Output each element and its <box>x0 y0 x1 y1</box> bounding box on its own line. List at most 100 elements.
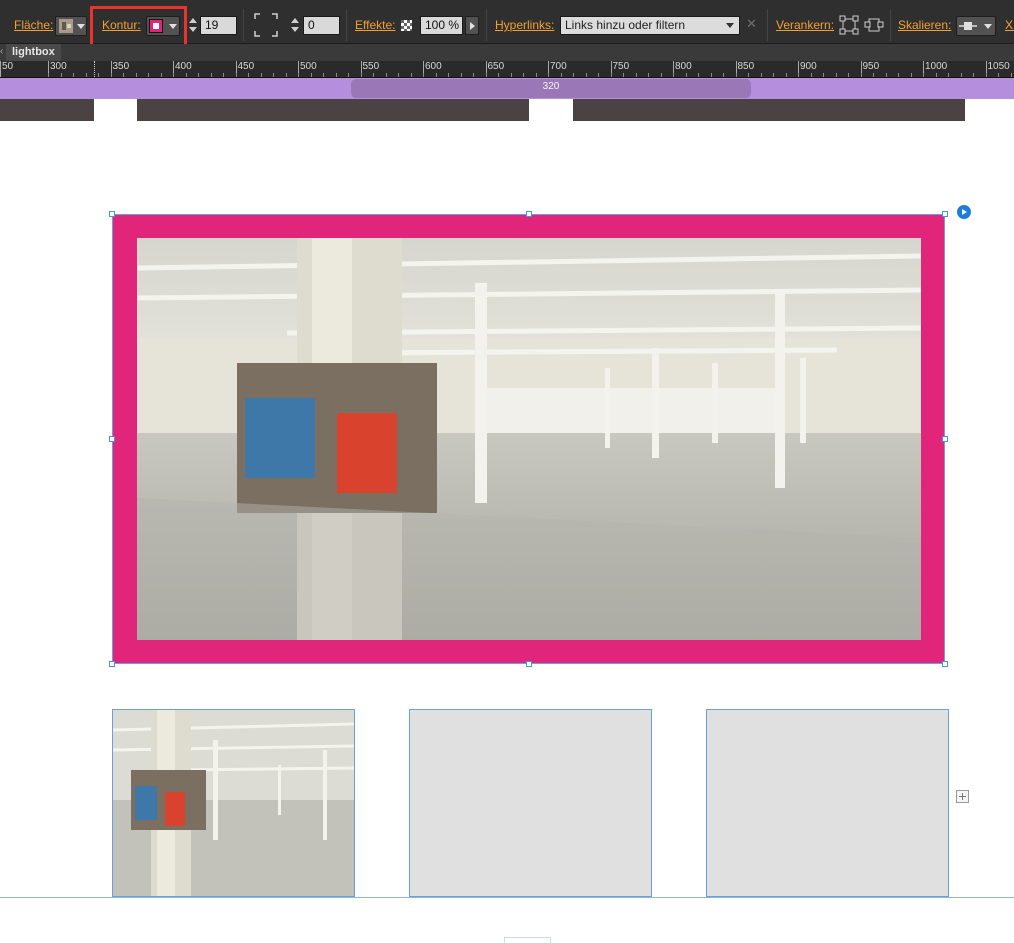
hyperlinks-dropdown[interactable]: Links hinzu oder filtern <box>560 16 740 35</box>
stroke-width-stepper[interactable] <box>187 15 199 36</box>
ruler-minor-tick <box>585 73 587 77</box>
resize-handle-bottom-right[interactable] <box>942 661 948 667</box>
play-circle-icon[interactable] <box>957 205 971 219</box>
horizontal-ruler[interactable]: 50 300 350 400 450 500 550 600 650 700 750 800 850 90… <box>0 61 1014 78</box>
scale-options-button[interactable] <box>956 16 996 36</box>
footer-frame[interactable] <box>504 937 551 943</box>
ruler-minor-tick <box>685 73 687 77</box>
corner-radius-stepper[interactable] <box>289 15 301 36</box>
scale-icon <box>959 22 977 30</box>
chevron-down-icon <box>984 24 992 29</box>
ruler-minor-tick <box>610 73 612 77</box>
thumbnail-2[interactable] <box>409 709 652 897</box>
ruler-minor-tick <box>298 73 299 77</box>
breakpoint-bar[interactable]: 320 <box>0 78 1014 99</box>
resize-handle-left[interactable] <box>109 436 115 442</box>
chevron-down-icon <box>726 23 734 28</box>
chevron-down-icon <box>77 24 85 29</box>
ruler-minor-tick <box>223 73 224 77</box>
tab-scroll-icon[interactable]: ‹ <box>0 46 3 57</box>
ruler-minor-tick <box>410 73 412 77</box>
ruler-minor-tick <box>860 73 862 77</box>
ruler-minor-tick <box>535 73 537 77</box>
anchor-inline-icon[interactable] <box>864 15 884 35</box>
corner-radius-field[interactable]: 0 <box>303 16 340 35</box>
stroke-width-field[interactable]: 19 <box>200 16 237 35</box>
ruler-minor-tick <box>110 73 112 77</box>
ruler-minor-tick <box>498 73 499 77</box>
effekte-label[interactable]: Effekte: <box>355 18 395 32</box>
thumbnail-3[interactable] <box>706 709 949 897</box>
x-label[interactable]: X: <box>1005 18 1014 32</box>
ruler-minor-tick <box>435 73 437 77</box>
ruler-minor-tick <box>260 73 262 77</box>
document-tab-bar: ‹ lightbox <box>0 44 1014 61</box>
resize-handle-top-right[interactable] <box>942 211 948 217</box>
ruler-minor-tick <box>198 73 199 77</box>
opacity-field[interactable]: 100 % <box>420 16 463 35</box>
opacity-menu-button[interactable] <box>465 16 479 35</box>
ruler-minor-tick <box>98 73 99 77</box>
ruler-minor-tick <box>385 73 387 77</box>
ruler-minor-tick <box>473 73 474 77</box>
ruler-label: 1050 <box>987 61 1010 72</box>
ruler-minor-tick <box>873 73 874 77</box>
divider <box>243 9 244 41</box>
tab-lightbox[interactable]: lightbox <box>6 44 61 61</box>
ruler-minor-tick <box>135 73 137 77</box>
ruler-label: 500 <box>300 61 317 72</box>
resize-handle-bottom[interactable] <box>526 661 532 667</box>
ruler-minor-tick <box>60 73 62 77</box>
ruler-minor-tick <box>735 73 737 77</box>
ruler-minor-tick <box>285 73 287 77</box>
ruler-minor-tick <box>423 73 424 77</box>
skalieren-label[interactable]: Skalieren: <box>898 18 951 32</box>
header-strip <box>573 99 965 121</box>
thumbnail-1[interactable] <box>112 709 355 897</box>
ruler-minor-tick <box>673 73 674 77</box>
ruler-minor-tick <box>560 73 562 77</box>
resize-handle-top[interactable] <box>526 211 532 217</box>
lightbox-main-image[interactable] <box>137 238 921 640</box>
ruler-minor-tick <box>935 73 937 77</box>
ruler-label: 350 <box>112 61 130 72</box>
ruler-minor-tick <box>848 73 849 77</box>
ruler-minor-tick <box>335 73 337 77</box>
ruler-minor-tick <box>85 73 87 77</box>
triangle-right-icon <box>470 22 475 30</box>
ruler-minor-tick <box>398 73 399 77</box>
ruler-minor-tick <box>523 73 524 77</box>
ruler-minor-tick <box>635 73 637 77</box>
ruler-minor-tick <box>510 73 512 77</box>
ruler-minor-tick <box>485 73 487 77</box>
factory-hall-photo <box>137 238 921 640</box>
resize-handle-top-left[interactable] <box>109 211 115 217</box>
ruler-minor-tick <box>448 73 449 77</box>
resize-handle-right[interactable] <box>942 436 948 442</box>
ruler-label: 700 <box>550 61 567 72</box>
ruler-minor-tick <box>1010 73 1012 77</box>
ruler-label: 950 <box>862 61 880 72</box>
resize-handle-bottom-left[interactable] <box>109 661 115 667</box>
plus-square-icon[interactable] <box>956 790 969 803</box>
header-strip <box>0 99 94 121</box>
ruler-minor-tick <box>160 73 162 77</box>
ruler-minor-tick <box>798 73 799 77</box>
ruler-label: 550 <box>362 61 380 72</box>
ruler-label: 900 <box>800 61 817 72</box>
image-fill-icon <box>59 19 73 33</box>
hyperlinks-label[interactable]: Hyperlinks: <box>495 18 554 32</box>
anchor-frame-icon[interactable] <box>839 15 859 35</box>
checkerboard-transparency-icon[interactable] <box>401 20 412 31</box>
ruler-minor-tick <box>998 73 999 77</box>
flaeche-label[interactable]: Fläche: <box>14 18 53 32</box>
fill-swatch-button[interactable] <box>55 16 87 36</box>
ruler-minor-tick <box>348 73 349 77</box>
verankern-label[interactable]: Verankern: <box>776 18 834 32</box>
ruler-minor-tick <box>623 73 624 77</box>
ruler-minor-tick <box>48 73 49 77</box>
ruler-minor-tick <box>748 73 749 77</box>
corner-options-icon[interactable] <box>254 13 278 37</box>
divider <box>346 9 347 41</box>
close-icon[interactable]: ✕ <box>746 16 757 32</box>
